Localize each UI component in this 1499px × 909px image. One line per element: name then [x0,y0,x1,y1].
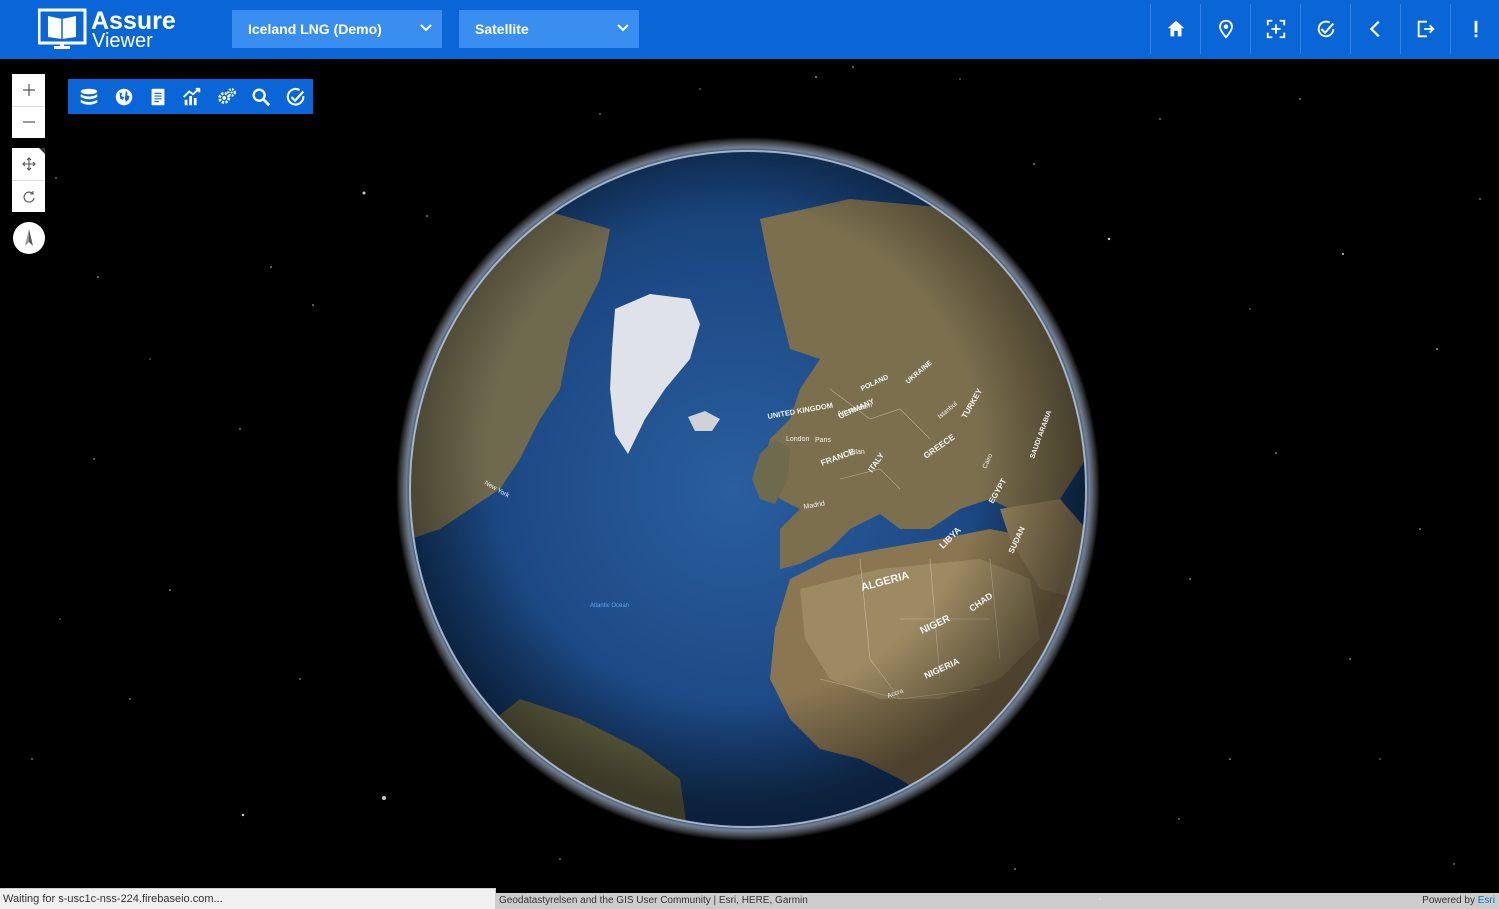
project-select-value: Iceland LNG (Demo) [248,21,382,37]
document-icon [151,88,165,105]
map-view[interactable]: UNITED KINGDOM GERMANY POLAND UKRAINE FRANCE… [0,59,1499,909]
locations-button[interactable] [1200,4,1250,54]
city-label: Milan [848,449,865,456]
map-toolbar [68,79,313,114]
assure-viewer-app: Assure Viewer Iceland LNG (Demo) Satelli… [0,0,1499,909]
map-pin-icon [1218,19,1233,39]
home-icon [1167,20,1184,37]
globe [410,151,1086,827]
top-header-bar: Assure Viewer Iceland LNG (Demo) Satelli… [0,0,1499,59]
chevron-down-icon [617,24,629,32]
chevron-left-icon [1369,20,1380,38]
rotate-button[interactable] [12,180,45,212]
check-sync-icon [1317,20,1334,38]
zoom-in-button[interactable] [12,74,45,107]
powered-by-text: Powered by [1422,895,1478,906]
plus-icon [22,84,35,96]
checklist-button[interactable] [279,79,313,114]
logout-button[interactable] [1400,4,1450,54]
basemap-select[interactable]: Satellite [459,10,639,48]
city-label: Paris [815,437,831,444]
logo-text-viewer: Viewer [92,30,153,52]
verify-button[interactable] [1300,4,1350,54]
chevron-down-icon [420,24,432,32]
esri-link[interactable]: Esri [1478,895,1495,906]
alert-icon [1474,20,1477,38]
map-attribution: Geodatastyrelsen and the GIS User Commun… [496,893,1499,909]
zoom-out-button[interactable] [12,106,45,138]
move-icon [21,157,36,171]
zoom-controls [12,74,45,138]
collapse-button[interactable] [1350,4,1400,54]
basemap-select-value: Satellite [475,21,529,37]
home-button[interactable] [1150,4,1200,54]
logout-icon [1417,20,1435,38]
rotate-icon [23,191,35,203]
alerts-button[interactable] [1450,4,1499,54]
powered-by: Powered by Esri [1422,893,1495,909]
chart-icon [183,87,201,105]
settings-icon [218,87,236,104]
search-icon [252,88,271,106]
globe-shading [410,151,1086,827]
navigation-toggle [12,148,45,212]
add-view-button[interactable] [1250,4,1300,54]
layers-button[interactable] [72,79,106,114]
layers-icon [80,88,98,105]
globe-icon [115,88,132,105]
pan-button[interactable] [12,148,45,181]
ocean-label: Atlantic Ocean [590,603,629,609]
add-frame-icon [1266,19,1285,39]
basemap-gallery-button[interactable] [106,79,140,114]
project-select[interactable]: Iceland LNG (Demo) [232,10,442,48]
attribution-text: Geodatastyrelsen and the GIS User Commun… [499,895,808,906]
analytics-button[interactable] [175,79,209,114]
settings-button[interactable] [210,79,244,114]
minus-icon [22,121,35,123]
documents-button[interactable] [141,79,175,114]
search-button[interactable] [244,79,278,114]
compass-icon [25,229,33,246]
app-logo[interactable]: Assure Viewer [38,6,188,52]
browser-status-bar: Waiting for s-usc1c-nss-224.firebaseio.c… [0,888,496,909]
compass-button[interactable] [13,222,45,254]
city-label: London [786,436,809,443]
book-monitor-icon [38,8,87,49]
check-circle-icon [286,87,305,105]
scene-view[interactable]: UNITED KINGDOM GERMANYPOLAND UKRAINEFRANCE… [0,59,1499,909]
